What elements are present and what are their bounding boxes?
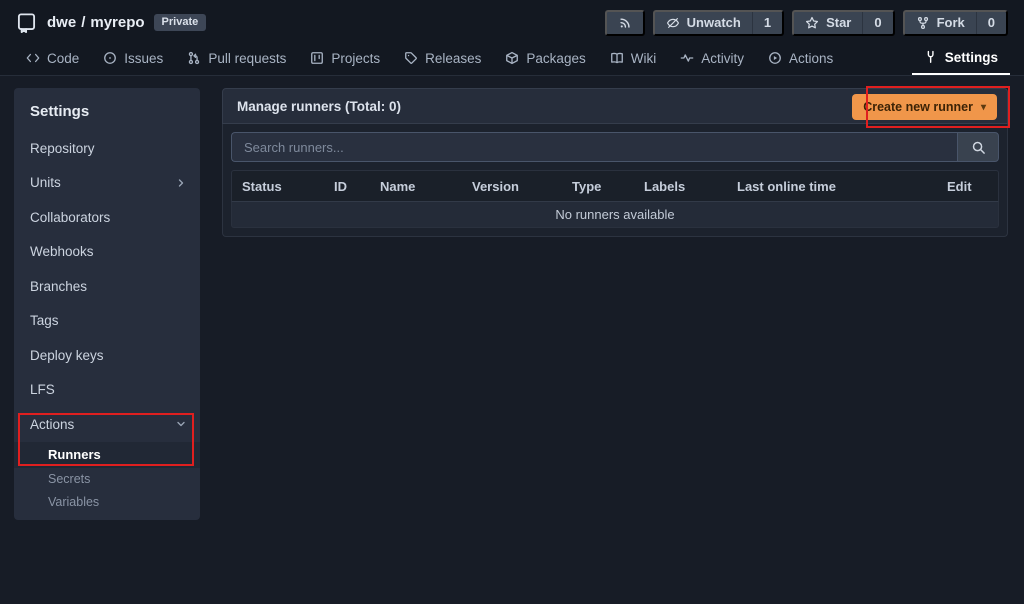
runners-table-header: Status ID Name Version Type Labels Last … bbox=[231, 170, 999, 201]
fork-button[interactable]: Fork 0 bbox=[903, 10, 1008, 36]
col-status: Status bbox=[232, 179, 324, 194]
col-last-online-time: Last online time bbox=[727, 179, 927, 194]
tools-icon bbox=[924, 50, 938, 64]
tab-actions[interactable]: Actions bbox=[756, 41, 845, 75]
col-type: Type bbox=[562, 179, 634, 194]
panel-title: Manage runners (Total: 0) bbox=[237, 99, 401, 114]
col-edit: Edit bbox=[927, 179, 998, 194]
search-button[interactable] bbox=[957, 132, 999, 162]
sidebar-item-lfs[interactable]: LFS bbox=[14, 373, 200, 408]
sidebar-item-tags[interactable]: Tags bbox=[14, 304, 200, 339]
sidebar-subitem-variables[interactable]: Variables bbox=[14, 491, 200, 514]
runners-table: Status ID Name Version Type Labels Last … bbox=[231, 170, 999, 228]
eye-off-icon bbox=[666, 16, 680, 30]
tag-icon bbox=[404, 51, 418, 65]
book-icon bbox=[610, 51, 624, 65]
sidebar-subitem-runners[interactable]: Runners bbox=[14, 442, 200, 468]
repo-header: dwe / myrepo Private Unwatch 1 bbox=[0, 0, 1024, 76]
runners-panel: Manage runners (Total: 0) Create new run… bbox=[222, 88, 1008, 237]
col-labels: Labels bbox=[634, 179, 727, 194]
fork-label: Fork bbox=[937, 15, 965, 30]
tab-issues[interactable]: Issues bbox=[91, 41, 175, 75]
sidebar-item-webhooks[interactable]: Webhooks bbox=[14, 235, 200, 270]
repo-nav-tabs: Code Issues Pull requests Projects Relea… bbox=[0, 41, 1024, 75]
tab-releases[interactable]: Releases bbox=[392, 41, 493, 75]
package-icon bbox=[505, 51, 519, 65]
sidebar-title: Settings bbox=[14, 88, 200, 131]
play-circle-icon bbox=[768, 51, 782, 65]
dropdown-caret-icon: ▾ bbox=[981, 102, 986, 113]
settings-sidebar: Settings Repository Units Collaborators … bbox=[14, 88, 200, 520]
pulse-icon bbox=[680, 51, 694, 65]
sidebar-item-units[interactable]: Units bbox=[14, 166, 200, 201]
sidebar-item-branches[interactable]: Branches bbox=[14, 269, 200, 304]
star-icon bbox=[805, 16, 819, 30]
chevron-right-icon bbox=[175, 177, 187, 189]
repo-title-row: dwe / myrepo Private Unwatch 1 bbox=[0, 0, 1024, 41]
chevron-down-icon bbox=[175, 418, 187, 430]
col-id: ID bbox=[324, 179, 370, 194]
sidebar-item-deploy-keys[interactable]: Deploy keys bbox=[14, 338, 200, 373]
project-board-icon bbox=[310, 51, 324, 65]
code-icon bbox=[26, 51, 40, 65]
unwatch-button[interactable]: Unwatch 1 bbox=[653, 10, 784, 36]
star-button[interactable]: Star 0 bbox=[792, 10, 895, 36]
tab-wiki[interactable]: Wiki bbox=[598, 41, 669, 75]
unwatch-label: Unwatch bbox=[687, 15, 741, 30]
visibility-badge: Private bbox=[154, 14, 207, 31]
search-row bbox=[231, 132, 999, 162]
sidebar-item-collaborators[interactable]: Collaborators bbox=[14, 200, 200, 235]
rss-icon bbox=[607, 12, 643, 34]
create-new-runner-button[interactable]: Create new runner ▾ bbox=[852, 94, 997, 120]
fork-icon bbox=[916, 16, 930, 30]
sidebar-subitem-secrets[interactable]: Secrets bbox=[14, 468, 200, 491]
watchers-count[interactable]: 1 bbox=[752, 12, 782, 34]
repo-icon bbox=[16, 12, 37, 33]
repo-name-link[interactable]: myrepo bbox=[90, 14, 144, 31]
tab-packages[interactable]: Packages bbox=[493, 41, 597, 75]
repo-owner-link[interactable]: dwe bbox=[47, 14, 76, 31]
panel-body: Status ID Name Version Type Labels Last … bbox=[222, 124, 1008, 237]
tab-projects[interactable]: Projects bbox=[298, 41, 392, 75]
git-pull-request-icon bbox=[187, 51, 201, 65]
tab-code[interactable]: Code bbox=[14, 41, 91, 75]
tab-activity[interactable]: Activity bbox=[668, 41, 756, 75]
repo-title-separator: / bbox=[81, 14, 85, 31]
stars-count[interactable]: 0 bbox=[862, 12, 892, 34]
repo-title: dwe / myrepo bbox=[47, 14, 145, 31]
star-label: Star bbox=[826, 15, 851, 30]
sidebar-item-actions[interactable]: Actions bbox=[14, 407, 200, 442]
empty-table-message: No runners available bbox=[231, 201, 999, 228]
forks-count[interactable]: 0 bbox=[976, 12, 1006, 34]
repo-action-buttons: Unwatch 1 Star 0 Fork bbox=[605, 10, 1008, 36]
tab-settings[interactable]: Settings bbox=[912, 41, 1010, 75]
col-version: Version bbox=[462, 179, 562, 194]
search-runners-input[interactable] bbox=[231, 132, 957, 162]
sidebar-item-repository[interactable]: Repository bbox=[14, 131, 200, 166]
rss-button[interactable] bbox=[605, 10, 645, 36]
issue-opened-icon bbox=[103, 51, 117, 65]
col-name: Name bbox=[370, 179, 462, 194]
search-icon bbox=[971, 140, 986, 155]
tab-pull-requests[interactable]: Pull requests bbox=[175, 41, 298, 75]
